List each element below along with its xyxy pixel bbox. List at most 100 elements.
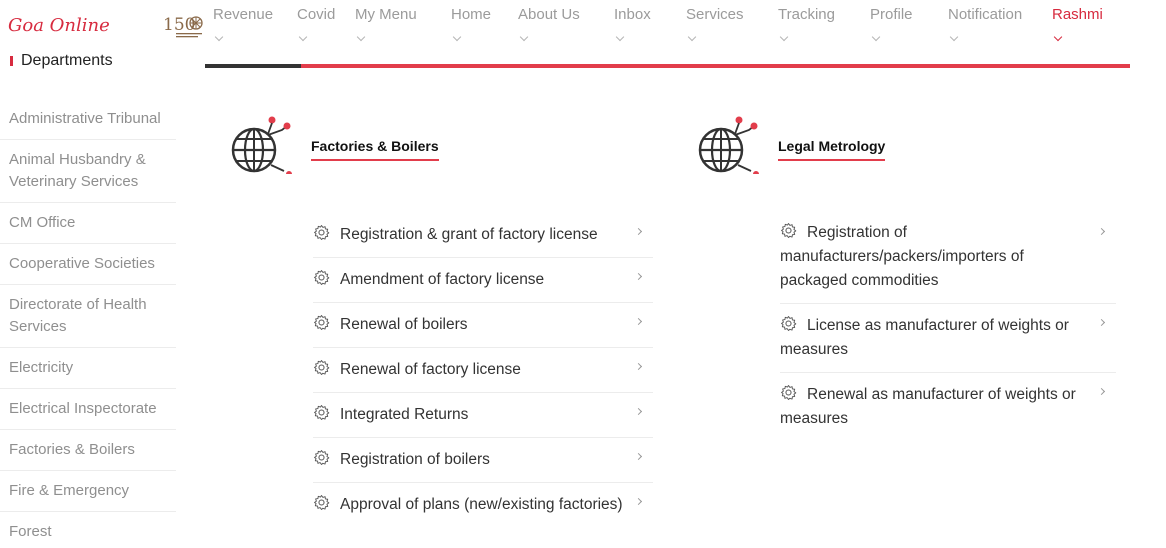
chevron-right-icon <box>1097 387 1106 396</box>
nav-label: Revenue <box>213 6 274 23</box>
gear-icon <box>313 494 330 511</box>
chevron-down-icon <box>356 32 366 42</box>
departments-sidebar: Departments Administrative Tribunal Anim… <box>0 50 176 548</box>
sidebar-item-electrical-inspectorate[interactable]: Electrical Inspectorate <box>0 389 176 430</box>
chevron-right-icon <box>634 362 643 371</box>
service-item[interactable]: Approval of plans (new/existing factorie… <box>313 483 653 527</box>
service-item[interactable]: Registration of boilers <box>313 438 653 483</box>
service-item[interactable]: Registration of manufacturers/packers/im… <box>780 213 1116 304</box>
sidebar-item-cm-office[interactable]: CM Office <box>0 203 176 244</box>
nav-tracking[interactable]: Tracking <box>778 6 870 46</box>
nav-label: Services <box>686 6 744 23</box>
nav-label: Home <box>451 6 492 23</box>
nav-label: About Us <box>518 6 580 23</box>
service-label: Registration of boilers <box>340 451 490 468</box>
gear-icon <box>780 384 797 401</box>
nav-underline-active <box>205 64 301 68</box>
chevron-down-icon <box>214 32 224 42</box>
nav-label: Inbox <box>614 6 651 23</box>
nav-label: Tracking <box>778 6 835 23</box>
globe-network-icon <box>698 116 759 174</box>
sidebar-item-animal-husbandry[interactable]: Animal Husbandry & Veterinary Services <box>0 140 176 203</box>
sidebar-item-health-services[interactable]: Directorate of Health Services <box>0 285 176 348</box>
sidebar-item-electricity[interactable]: Electricity <box>0 348 176 389</box>
chevron-right-icon <box>634 497 643 506</box>
chevron-right-icon <box>634 227 643 236</box>
chevron-down-icon <box>615 32 625 42</box>
heading-accent-mark <box>10 55 13 66</box>
gear-icon <box>313 314 330 331</box>
nav-revenue[interactable]: Revenue <box>213 6 297 46</box>
nav-profile[interactable]: Profile <box>870 6 948 46</box>
service-item[interactable]: Amendment of factory license <box>313 258 653 303</box>
gear-icon <box>780 315 797 332</box>
nav-user-rashmi[interactable]: Rashmi <box>1052 6 1112 46</box>
nav-label: Rashmi <box>1052 6 1103 23</box>
top-navbar: Goa Online 150 Revenue Covid My Menu Hom… <box>0 0 1166 56</box>
service-label: Amendment of factory license <box>340 271 545 288</box>
sidebar-item-factories-boilers[interactable]: Factories & Boilers <box>0 430 176 471</box>
chevron-down-icon <box>949 32 959 42</box>
nav-label: Covid <box>297 6 336 23</box>
service-item[interactable]: Renewal of boilers <box>313 303 653 348</box>
brand-logo-text[interactable]: Goa Online <box>8 15 110 36</box>
nav-label: Profile <box>870 6 913 23</box>
nav-services[interactable]: Services <box>686 6 778 46</box>
nav-label: My Menu <box>355 6 417 23</box>
sidebar-item-fire-emergency[interactable]: Fire & Emergency <box>0 471 176 512</box>
department-title-legal-metrology[interactable]: Legal Metrology <box>778 138 886 161</box>
service-label: Registration & grant of factory license <box>340 226 598 243</box>
gear-icon <box>313 449 330 466</box>
nav-my-menu[interactable]: My Menu <box>355 6 451 46</box>
sidebar-heading-label: Departments <box>21 52 113 69</box>
gear-icon <box>313 269 330 286</box>
chevron-down-icon <box>779 32 789 42</box>
chevron-down-icon <box>452 32 462 42</box>
sidebar-item-forest[interactable]: Forest <box>0 512 176 548</box>
service-item[interactable]: Renewal as manufacturer of weights or me… <box>780 373 1116 441</box>
nav-inbox[interactable]: Inbox <box>614 6 686 46</box>
service-label: Approval of plans (new/existing factorie… <box>340 496 623 513</box>
gear-icon <box>780 222 797 239</box>
metrology-service-list: Registration of manufacturers/packers/im… <box>780 213 1116 441</box>
department-title-factories[interactable]: Factories & Boilers <box>311 138 439 161</box>
service-label: License as manufacturer of weights or me… <box>780 317 1069 358</box>
gear-icon <box>313 404 330 421</box>
nav-label: Notification <box>948 6 1023 23</box>
sidebar-heading: Departments <box>10 52 113 70</box>
globe-network-icon <box>231 116 292 174</box>
factories-service-list: Registration & grant of factory license … <box>313 213 653 527</box>
chevron-down-icon <box>298 32 308 42</box>
gear-icon <box>313 359 330 376</box>
chevron-right-icon <box>634 272 643 281</box>
chevron-down-icon <box>687 32 697 42</box>
chevron-right-icon <box>634 452 643 461</box>
chevron-right-icon <box>1097 227 1106 236</box>
nav-notification[interactable]: Notification <box>948 6 1052 46</box>
gear-icon <box>313 224 330 241</box>
service-label: Renewal of boilers <box>340 316 468 333</box>
sidebar-item-administrative-tribunal[interactable]: Administrative Tribunal <box>0 99 176 140</box>
nav-covid[interactable]: Covid <box>297 6 355 46</box>
service-label: Renewal of factory license <box>340 361 521 378</box>
nav-home[interactable]: Home <box>451 6 518 46</box>
anniversary-150-logo-icon: 150 <box>163 15 203 38</box>
service-label: Renewal as manufacturer of weights or me… <box>780 386 1076 427</box>
chevron-down-icon <box>519 32 529 42</box>
service-item[interactable]: Registration & grant of factory license <box>313 213 653 258</box>
nav-about-us[interactable]: About Us <box>518 6 614 46</box>
chevron-right-icon <box>634 407 643 416</box>
chevron-down-icon <box>871 32 881 42</box>
chevron-down-icon <box>1053 32 1063 42</box>
service-item[interactable]: Renewal of factory license <box>313 348 653 393</box>
chevron-right-icon <box>634 317 643 326</box>
main-nav: Revenue Covid My Menu Home About Us Inbo… <box>213 6 1112 46</box>
service-item[interactable]: License as manufacturer of weights or me… <box>780 304 1116 373</box>
nav-underline <box>301 64 1130 68</box>
sidebar-item-cooperative-societies[interactable]: Cooperative Societies <box>0 244 176 285</box>
service-item[interactable]: Integrated Returns <box>313 393 653 438</box>
chevron-right-icon <box>1097 318 1106 327</box>
department-list: Administrative Tribunal Animal Husbandry… <box>0 99 176 548</box>
service-label: Registration of manufacturers/packers/im… <box>780 224 1024 289</box>
service-label: Integrated Returns <box>340 406 469 423</box>
